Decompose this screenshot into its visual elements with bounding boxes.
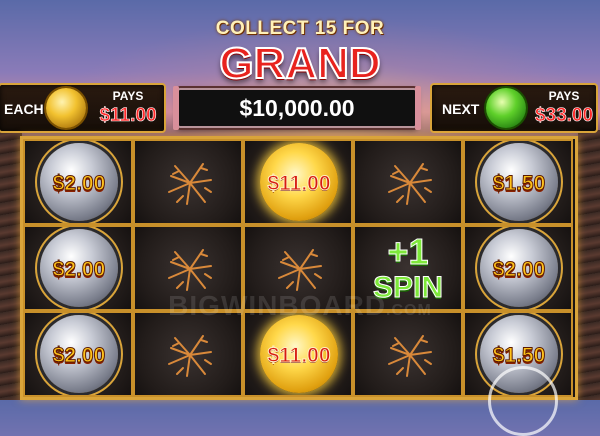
next-pays-value: $33.00 [534, 105, 594, 127]
reel-cell: $2.00 [23, 139, 133, 225]
gold-coin-icon: $11.00 [260, 315, 338, 393]
jackpot-value: $10,000.00 [239, 95, 355, 121]
reel-cell: $11.00 [243, 139, 353, 225]
collect-heading: COLLECT 15 FOR [215, 18, 385, 39]
silver-coin-icon: $1.50 [480, 143, 558, 221]
cracked-ground-icon [385, 330, 435, 380]
green-coin-icon [486, 88, 526, 128]
coin-value: $2.00 [52, 172, 106, 196]
coin-value: $1.50 [492, 172, 546, 196]
reel-grid: $2.00 $11.00 $1.50 $2.00 +1 SPIN $2.00 $2.00 $11… [20, 136, 578, 400]
silver-coin-icon: $2.00 [40, 229, 118, 307]
reel-cell: $1.50 [463, 139, 573, 225]
rock-wall-right [578, 130, 600, 400]
each-pays-panel: EACH PAYS $11.00 [0, 83, 166, 133]
extra-spin-count: +1 [387, 231, 429, 273]
reel-cell: $11.00 [243, 311, 353, 397]
next-label: NEXT [442, 101, 480, 117]
silver-coin-icon: $2.00 [40, 315, 118, 393]
coin-value: $1.50 [492, 344, 546, 368]
gold-coin-icon [46, 88, 86, 128]
cracked-ground-icon [385, 158, 435, 208]
reel-cell [133, 139, 243, 225]
coin-value: $2.00 [52, 344, 106, 368]
jackpot-bar-right-peg [415, 86, 421, 130]
coin-value: $11.00 [267, 172, 331, 196]
reel-cell [133, 311, 243, 397]
silver-coin-icon: $2.00 [40, 143, 118, 221]
jackpot-name: GRAND [218, 39, 381, 89]
each-label: EACH [4, 101, 44, 117]
coin-value: $2.00 [492, 258, 546, 282]
watermark: BIGWINBOARD.COM [168, 290, 432, 321]
rock-wall-left [0, 130, 22, 400]
cracked-ground-icon [165, 244, 215, 294]
coin-value: $11.00 [267, 344, 331, 368]
spin-button[interactable] [488, 366, 558, 436]
pays-label: PAYS [112, 89, 144, 103]
cracked-ground-icon [275, 244, 325, 294]
reel-cell: $2.00 [23, 225, 133, 311]
reel-cell [353, 139, 463, 225]
reel-cell: $2.00 [23, 311, 133, 397]
pays-label: PAYS [548, 89, 580, 103]
jackpot-value-box: $10,000.00 [173, 86, 421, 130]
reel-cell [353, 311, 463, 397]
each-pays-value: $11.00 [99, 105, 157, 127]
silver-coin-icon: $2.00 [480, 229, 558, 307]
cracked-ground-icon [165, 158, 215, 208]
coin-value: $2.00 [52, 258, 106, 282]
next-pays-panel: NEXT PAYS $33.00 [430, 83, 598, 133]
cracked-ground-icon [165, 330, 215, 380]
gold-coin-icon: $11.00 [260, 143, 338, 221]
